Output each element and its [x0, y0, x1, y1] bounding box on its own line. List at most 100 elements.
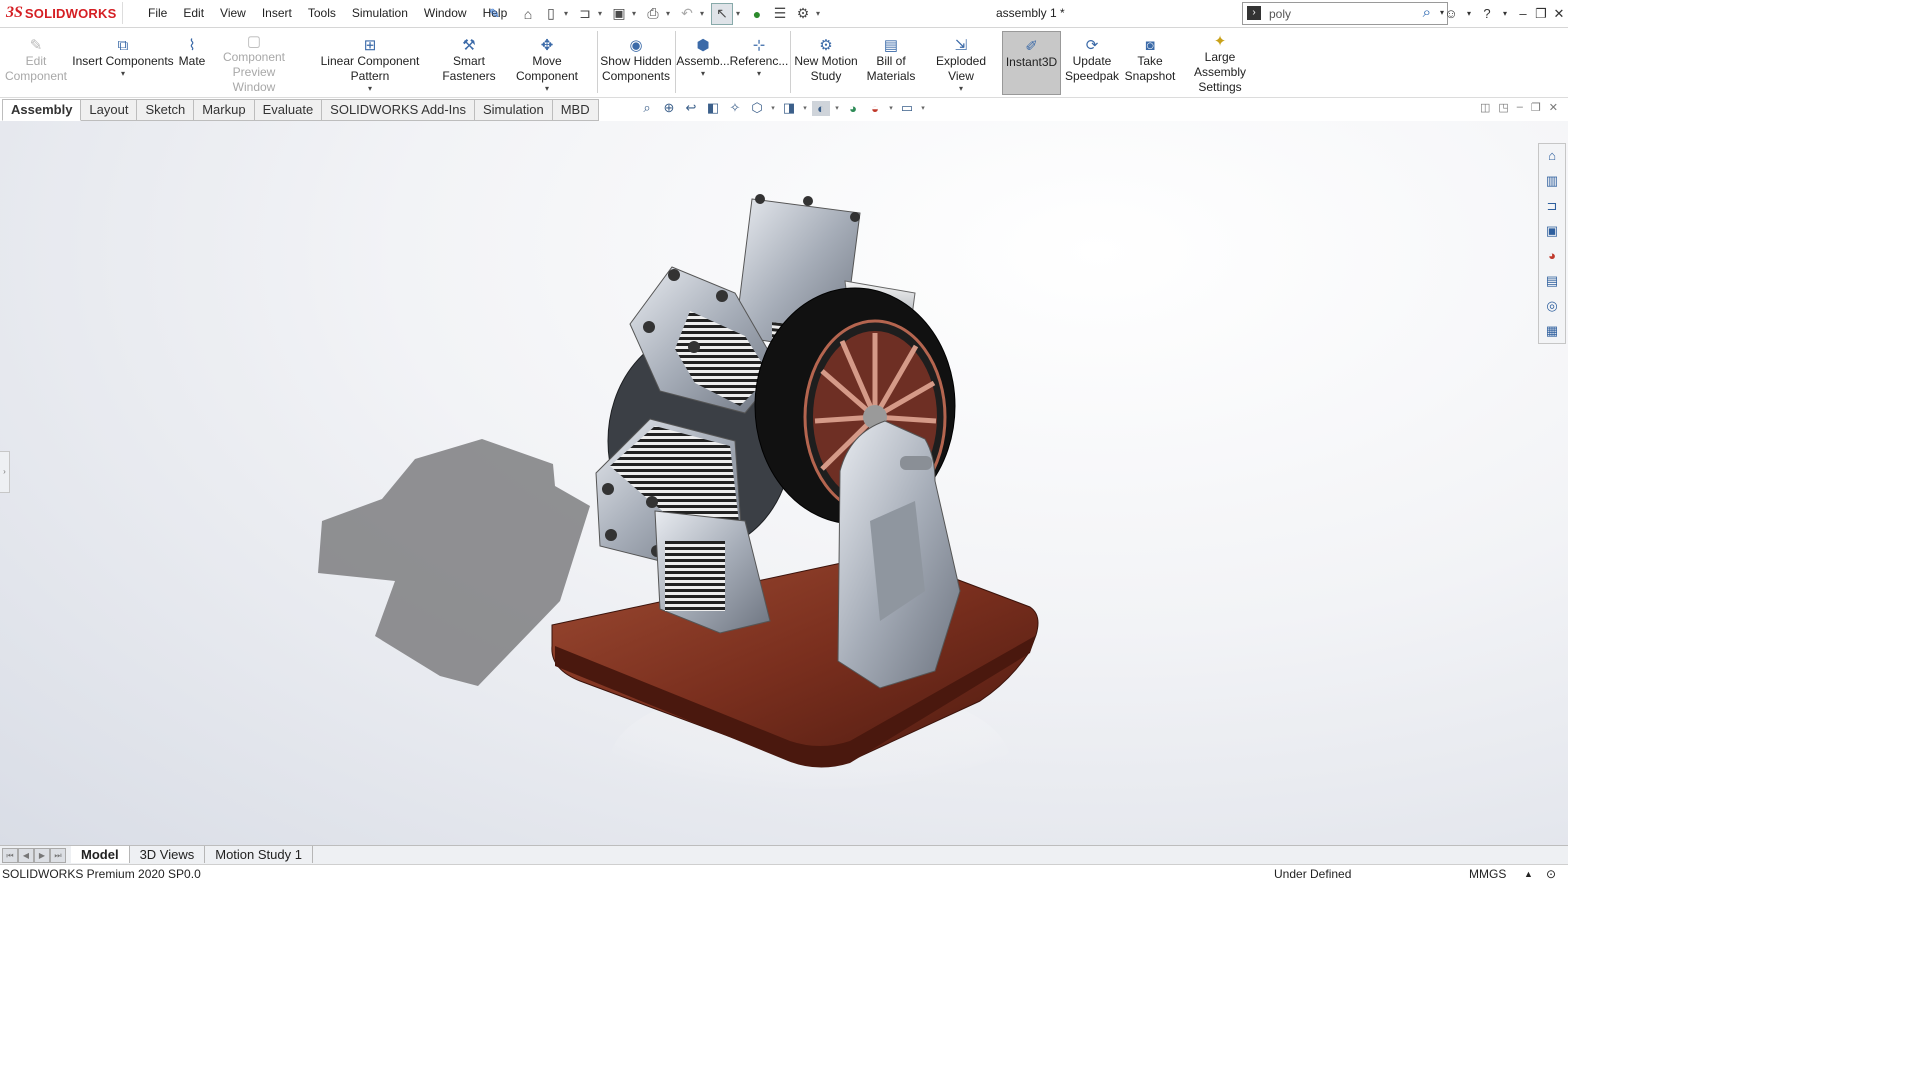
insert-components-dropdown-icon[interactable]: ▾	[121, 69, 125, 79]
help-dropdown-icon[interactable]: ▾	[1496, 9, 1514, 18]
solidworks-logo[interactable]: 3S SOLIDWORKS	[6, 2, 124, 24]
menu-tools[interactable]: Tools	[300, 0, 344, 27]
zoom-to-area-icon[interactable]: ⊕	[660, 100, 678, 116]
view-orientation-icon[interactable]: ⬡	[748, 100, 766, 116]
design-library-icon[interactable]: ▥	[1546, 171, 1558, 191]
move-component-dropdown-icon[interactable]: ▾	[545, 84, 549, 94]
linear-component-pattern-button[interactable]: ⊞ Linear Component Pattern ▾	[302, 31, 438, 95]
view-settings-icon[interactable]: ▭	[898, 100, 916, 116]
tab-layout[interactable]: Layout	[81, 99, 138, 121]
exploded-view-dropdown-icon[interactable]: ▾	[959, 84, 963, 94]
search-commands-icon[interactable]: ›	[1247, 6, 1261, 20]
help-icon[interactable]: ?	[1478, 6, 1496, 21]
next-tab-icon[interactable]: ▶	[34, 848, 50, 863]
section-view-icon[interactable]: ◧	[704, 100, 722, 116]
view-settings-dropdown-icon[interactable]: ▾	[920, 104, 926, 112]
open-icon[interactable]: ⊐	[575, 4, 595, 24]
units-menu-up-icon[interactable]: ▲	[1524, 865, 1533, 883]
menu-window[interactable]: Window	[416, 0, 475, 27]
first-tab-icon[interactable]: ⏮	[2, 848, 18, 863]
undo-icon[interactable]: ↶	[677, 4, 697, 24]
previous-tab-icon[interactable]: ◀	[18, 848, 34, 863]
viewport-minimize-icon[interactable]: –	[1517, 101, 1523, 114]
tab-mbd[interactable]: MBD	[552, 99, 599, 121]
update-speedpak-button[interactable]: ⟳ Update Speedpak	[1064, 31, 1120, 95]
insert-components-button[interactable]: ⧉ Insert Components ▾	[72, 31, 174, 95]
minimize-icon[interactable]: –	[1514, 6, 1532, 21]
close-icon[interactable]: ✕	[1550, 6, 1568, 22]
component-preview-window-button[interactable]: ▢ Component Preview Window	[210, 31, 298, 95]
exploded-view-button[interactable]: ⇲ Exploded View ▾	[922, 31, 1000, 95]
print-icon[interactable]: ⎙	[643, 4, 663, 24]
large-assembly-settings-button[interactable]: ✦ Large Assembly Settings	[1178, 31, 1262, 95]
display-style-icon[interactable]: ◨	[780, 100, 798, 116]
reference-geometry-button[interactable]: ⊹ Referenc... ▾	[730, 31, 789, 95]
view-palette-icon[interactable]: ▣	[1546, 221, 1558, 241]
display-style-dropdown-icon[interactable]: ▾	[802, 104, 808, 112]
unit-system[interactable]: MMGS	[1469, 865, 1506, 883]
save-dropdown-icon[interactable]: ▾	[632, 9, 640, 18]
undo-dropdown-icon[interactable]: ▾	[700, 9, 708, 18]
viewport-restore-icon[interactable]: ❐	[1531, 101, 1541, 114]
apply-scene-icon[interactable]: ◒	[866, 101, 884, 116]
assembly-features-button[interactable]: ⬢ Assemb... ▾	[676, 31, 729, 95]
last-tab-icon[interactable]: ⏭	[50, 848, 66, 863]
linear-pattern-dropdown-icon[interactable]: ▾	[368, 84, 372, 94]
file-properties-icon[interactable]: ☰	[770, 4, 790, 24]
pin-menu-icon[interactable]: ✎	[489, 6, 500, 22]
appearances-scenes-icon[interactable]: ◕	[1548, 246, 1556, 266]
bill-of-materials-button[interactable]: ▤ Bill of Materials	[862, 31, 920, 95]
feature-manager-collapse-handle[interactable]: ›	[0, 451, 10, 493]
instant3d-button[interactable]: ✐ Instant3D	[1002, 31, 1061, 95]
menu-simulation[interactable]: Simulation	[344, 0, 416, 27]
tab-markup[interactable]: Markup	[194, 99, 255, 121]
hide-show-dropdown-icon[interactable]: ▾	[834, 104, 840, 112]
user-icon[interactable]: ☺	[1442, 6, 1460, 21]
tab-3d-views[interactable]: 3D Views	[130, 846, 206, 863]
assembly-features-dropdown-icon[interactable]: ▾	[701, 69, 705, 79]
new-dropdown-icon[interactable]: ▾	[564, 9, 572, 18]
tab-simulation[interactable]: Simulation	[475, 99, 553, 121]
graphics-area[interactable]: › ⌂ ▥ ⊐ ▣ ◕ ▤ ◎ ▦	[0, 121, 1568, 845]
tab-assembly[interactable]: Assembly	[2, 99, 82, 121]
options-gear-icon[interactable]: ⚙	[793, 4, 813, 24]
search-input[interactable]	[1267, 4, 1411, 23]
tab-sketch[interactable]: Sketch	[137, 99, 195, 121]
show-hidden-components-button[interactable]: ◉ Show Hidden Components	[600, 31, 672, 95]
select-pointer-icon[interactable]: ↖	[711, 2, 733, 25]
custom-properties-icon[interactable]: ▤	[1546, 271, 1558, 291]
new-motion-study-button[interactable]: ⚙ New Motion Study	[793, 31, 859, 95]
mate-button[interactable]: ⌇ Mate	[176, 31, 208, 95]
zoom-to-fit-icon[interactable]: ⌕	[638, 100, 656, 116]
home-icon[interactable]: ⌂	[518, 4, 538, 24]
viewport-expand-icon[interactable]: ◳	[1498, 101, 1508, 114]
tab-solidworks-add-ins[interactable]: SOLIDWORKS Add-Ins	[322, 99, 475, 121]
edit-appearance-icon[interactable]: ◕	[844, 101, 862, 116]
forum-icon[interactable]: ◎	[1546, 296, 1557, 316]
tab-evaluate[interactable]: Evaluate	[254, 99, 323, 121]
rebuild-icon[interactable]: ●	[747, 4, 767, 24]
previous-view-icon[interactable]: ↩	[682, 100, 700, 116]
options-dropdown-icon[interactable]: ▾	[816, 9, 824, 18]
design-checker-icon[interactable]: ▦	[1546, 321, 1558, 341]
hide-show-items-icon[interactable]: ◐	[812, 100, 830, 116]
move-component-button[interactable]: ✥ Move Component ▾	[500, 31, 594, 95]
save-icon[interactable]: ▣	[609, 4, 629, 24]
smart-fasteners-button[interactable]: ⚒ Smart Fasteners	[440, 31, 498, 95]
open-dropdown-icon[interactable]: ▾	[598, 9, 606, 18]
reference-geometry-dropdown-icon[interactable]: ▾	[757, 69, 761, 79]
print-dropdown-icon[interactable]: ▾	[666, 9, 674, 18]
dynamic-annotation-icon[interactable]: ✧	[726, 100, 744, 116]
edit-component-button[interactable]: ✎ Edit Component	[4, 31, 68, 95]
search-icon[interactable]: ⌕	[1423, 4, 1431, 21]
viewport-split-icon[interactable]: ◫	[1480, 101, 1490, 114]
menu-view[interactable]: View	[212, 0, 254, 27]
select-dropdown-icon[interactable]: ▾	[736, 9, 744, 18]
viewport-close-icon[interactable]: ✕	[1549, 101, 1558, 114]
user-dropdown-icon[interactable]: ▾	[1460, 9, 1478, 18]
tooltips-icon[interactable]: ⊙	[1546, 865, 1556, 883]
solidworks-resources-icon[interactable]: ⌂	[1548, 146, 1556, 166]
tab-motion-study-1[interactable]: Motion Study 1	[205, 846, 313, 863]
menu-edit[interactable]: Edit	[175, 0, 212, 27]
restore-icon[interactable]: ❐	[1532, 6, 1550, 22]
